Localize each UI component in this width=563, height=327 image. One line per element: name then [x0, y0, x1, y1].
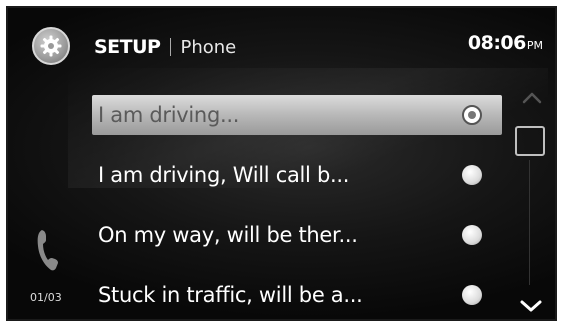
- clock: 08:06 PM: [468, 32, 543, 62]
- message-label: On my way, will be ther...: [98, 223, 358, 247]
- scroll-thumb[interactable]: [515, 126, 545, 156]
- radio-icon[interactable]: [462, 285, 482, 305]
- title-setup: SETUP: [94, 36, 161, 58]
- gear-icon: [40, 35, 62, 57]
- scroll-track[interactable]: [529, 160, 530, 285]
- message-label: I am driving...: [98, 103, 240, 127]
- screen-title: SETUP Phone: [94, 32, 236, 62]
- message-label: I am driving, Will call b...: [98, 163, 350, 187]
- radio-icon[interactable]: [462, 225, 482, 245]
- phone-icon: [37, 230, 58, 271]
- radio-icon[interactable]: [462, 165, 482, 185]
- clock-time: 08:06: [467, 32, 526, 54]
- clock-ampm: PM: [526, 39, 543, 52]
- list-item-message-2[interactable]: I am driving, Will call b...: [92, 152, 502, 198]
- title-divider: [170, 38, 172, 56]
- list-item-message-1[interactable]: I am driving...: [92, 95, 502, 135]
- list-item-message-4[interactable]: Stuck in traffic, will be a...: [92, 272, 502, 318]
- title-phone: Phone: [180, 36, 237, 58]
- list-item-message-3[interactable]: On my way, will be ther...: [92, 212, 502, 258]
- head-unit-screen: SETUP Phone 08:06 PM I am driving... I a…: [6, 6, 557, 321]
- page-counter: 01/03: [30, 291, 62, 304]
- settings-button[interactable]: [32, 27, 70, 65]
- quick-message-list: I am driving... I am driving, Will call …: [92, 92, 502, 319]
- radio-selected-icon[interactable]: [462, 105, 482, 125]
- chevron-down-icon[interactable]: [518, 298, 544, 314]
- chevron-up-icon[interactable]: [521, 90, 543, 106]
- message-label: Stuck in traffic, will be a...: [98, 283, 363, 307]
